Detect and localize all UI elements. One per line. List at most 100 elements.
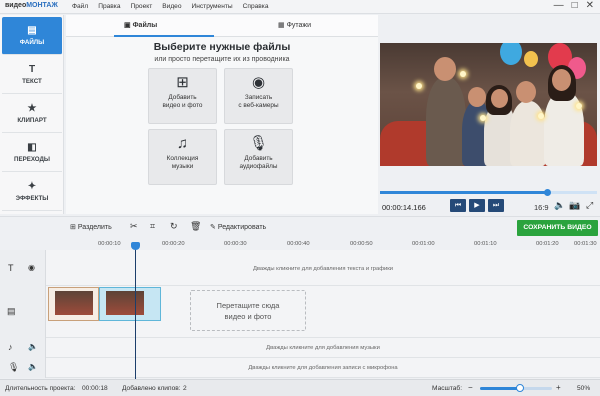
tab-label: Файлы — [132, 22, 158, 29]
sidebar-item-clipart[interactable]: ★ КЛИПАРТ — [2, 95, 62, 133]
text-track-header: T ◉ — [0, 250, 46, 286]
aspect-ratio-selector[interactable]: 16:9 — [534, 203, 549, 212]
zoom-slider[interactable] — [480, 384, 552, 392]
music-track-header: ♪ 🔈 — [0, 338, 46, 358]
drop-zone-line1: Перетащите сюда — [216, 301, 280, 310]
text-track[interactable]: Дважды кликните для добавления текста и … — [46, 250, 600, 286]
zoom-in-icon[interactable]: + — [556, 383, 561, 392]
logo-text-a: видео — [5, 2, 27, 9]
rotate-icon[interactable]: ↻ — [170, 221, 178, 232]
zoom-out-icon[interactable]: − — [468, 383, 473, 392]
webcam-icon: ◉ — [251, 74, 266, 91]
camera-icon[interactable]: 📷 — [569, 200, 580, 211]
eye-icon[interactable]: ◉ — [28, 263, 35, 272]
transitions-icon: ◧ — [27, 142, 37, 153]
text-track-hint: Дважды кликните для добавления текста и … — [252, 266, 394, 272]
duration-label: Длительность проекта: — [5, 385, 76, 392]
ruler-tick: 00:00:10 — [98, 241, 121, 247]
drop-zone[interactable]: Перетащите сюда видео и фото — [190, 290, 306, 331]
music-collection-button[interactable]: ♫ Коллекция музыки — [148, 129, 217, 185]
title-bar: видеоМОНТАЖ Файл Правка Проект Видео Инс… — [0, 0, 600, 14]
tile-label-line2: аудиофайлы — [239, 163, 278, 170]
next-button[interactable]: ⏭ — [488, 199, 504, 212]
add-video-photo-button[interactable]: ⊞ Добавить видео и фото — [148, 68, 217, 124]
active-tab-indicator — [114, 35, 214, 37]
sparkler — [416, 83, 422, 89]
save-video-button[interactable]: СОХРАНИТЬ ВИДЕО — [517, 220, 598, 236]
music-track[interactable]: Дважды кликните для добавления музыки — [46, 338, 600, 358]
video-preview[interactable] — [380, 43, 597, 166]
sidebar-item-transitions[interactable]: ◧ ПЕРЕХОДЫ — [2, 134, 62, 172]
maximize-icon[interactable]: □ — [572, 0, 578, 12]
playhead[interactable] — [131, 242, 140, 382]
menu-tools[interactable]: Инструменты — [192, 3, 233, 10]
film-strip-icon: ▦ — [278, 22, 285, 29]
sidebar-item-text[interactable]: T ТЕКСТ — [2, 56, 62, 94]
menu-edit[interactable]: Правка — [98, 3, 120, 10]
sidebar: ▤ ФАЙЛЫ T ТЕКСТ ★ КЛИПАРТ ◧ ПЕРЕХОДЫ ✦ Э… — [0, 15, 64, 214]
playhead-handle[interactable] — [131, 242, 140, 250]
microphone-track-icon: 🎙 — [8, 362, 20, 372]
star-icon: ★ — [27, 103, 37, 114]
ruler-tick: 00:01:30 — [574, 241, 597, 247]
trash-icon[interactable]: 🗑 — [190, 221, 201, 232]
person-1 — [426, 77, 466, 166]
progress-handle[interactable] — [544, 189, 552, 196]
music-note-icon: ♪ — [8, 342, 13, 352]
play-button[interactable]: ▶ — [469, 199, 485, 212]
record-webcam-button[interactable]: ◉ Записать с веб-камеры — [224, 68, 293, 124]
fullscreen-icon[interactable]: ⤢ — [586, 200, 593, 211]
add-audio-button[interactable]: 🎙 Добавить аудиофайлы — [224, 129, 293, 185]
playback-controls: ⏮ ▶ ⏭ — [450, 199, 504, 212]
zoom-handle[interactable] — [515, 384, 524, 392]
sidebar-item-files[interactable]: ▤ ФАЙЛЫ — [2, 17, 62, 55]
split-icon: ⊞ — [70, 224, 76, 231]
sidebar-item-label: ПЕРЕХОДЫ — [14, 156, 50, 163]
magic-wand-icon: ✦ — [27, 181, 37, 192]
timeline-ruler[interactable]: 00:00:10 00:00:20 00:00:30 00:00:40 00:0… — [0, 238, 600, 250]
film-icon: ▤ — [27, 25, 37, 36]
ruler-tick: 00:00:20 — [162, 241, 185, 247]
video-track-header: ▤ — [0, 286, 46, 338]
menu-project[interactable]: Проект — [131, 3, 153, 10]
split-label: Разделить — [77, 224, 112, 231]
sidebar-item-label: ФАЙЛЫ — [19, 39, 45, 46]
sidebar-item-effects[interactable]: ✦ ЭФФЕКТЫ — [2, 173, 62, 211]
microphone-icon: 🎙 — [248, 135, 269, 152]
tab-footage[interactable]: ▦ Футажи — [278, 21, 311, 29]
menu-video[interactable]: Видео — [162, 3, 181, 10]
panel-heading: Выберите нужные файлы — [153, 41, 291, 53]
video-clip-selected[interactable] — [99, 287, 161, 321]
sidebar-item-label: КЛИПАРТ — [17, 117, 47, 124]
mic-track-hint: Дважды кликните для добавления записи с … — [248, 365, 398, 371]
music-notes-icon: ♫ — [176, 135, 189, 152]
playback-progress-bar[interactable] — [380, 189, 597, 196]
music-track-hint: Дважды кликните для добавления музыки — [266, 345, 380, 351]
menu-help[interactable]: Справка — [243, 3, 269, 10]
sidebar-item-label: ЭФФЕКТЫ — [15, 195, 49, 202]
app-window: видеоМОНТАЖ Файл Правка Проект Видео Инс… — [0, 0, 600, 396]
volume-icon[interactable]: 🔈 — [554, 200, 565, 211]
app-logo: видеоМОНТАЖ — [5, 2, 58, 9]
speaker-icon[interactable]: 🔈 — [28, 342, 38, 351]
split-button[interactable]: ⊞ Разделить — [70, 223, 112, 231]
cut-icon[interactable]: ✂ — [130, 221, 138, 232]
sparkler — [576, 103, 582, 109]
tab-files[interactable]: ▣ Файлы — [124, 21, 157, 29]
edit-label: Редактировать — [217, 224, 267, 231]
mic-track[interactable]: Дважды кликните для добавления записи с … — [46, 358, 600, 378]
tile-label-line1: Коллекция — [166, 155, 199, 162]
edit-button[interactable]: ✎ Редактировать — [210, 223, 266, 231]
mic-track-header: 🎙 🔈 — [0, 358, 46, 378]
crop-icon[interactable]: ⌗ — [150, 221, 155, 232]
prev-button[interactable]: ⏮ — [450, 199, 466, 212]
video-clip[interactable] — [48, 287, 99, 321]
menu-file[interactable]: Файл — [72, 3, 88, 10]
speaker-icon[interactable]: 🔈 — [28, 362, 38, 371]
tile-label-line1: Добавить — [244, 155, 273, 162]
person-2-head — [468, 87, 486, 107]
zoom-fill — [480, 387, 520, 390]
timeline-toolbar: ⊞ Разделить ✂ ⌗ ↻ 🗑 ✎ Редактировать СОХР… — [0, 216, 600, 238]
minimize-icon[interactable]: — — [554, 0, 564, 12]
close-icon[interactable]: ✕ — [586, 0, 594, 12]
